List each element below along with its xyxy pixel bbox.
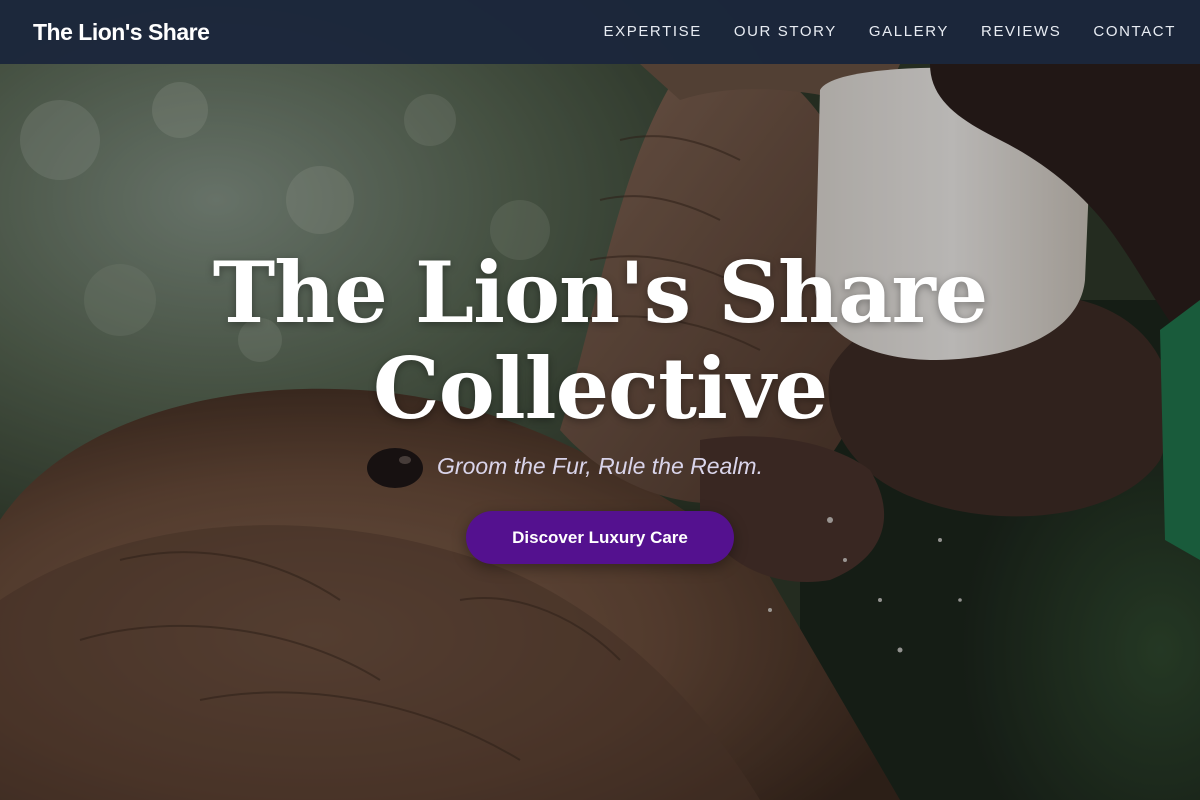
nav-link-contact[interactable]: CONTACT [1093,23,1176,40]
nav-link-gallery[interactable]: GALLERY [869,23,949,40]
nav-link-expertise[interactable]: EXPERTISE [604,23,702,40]
hero-title: The Lion's Share Collective [0,245,1200,437]
nav-item-contact: CONTACT [1093,23,1176,41]
landing-page: The Lion's Share EXPERTISE OUR STORY GAL… [0,0,1200,800]
top-navbar: The Lion's Share EXPERTISE OUR STORY GAL… [0,0,1200,64]
hero-section: The Lion's Share Collective Groom the Fu… [0,245,1200,564]
nav-item-gallery: GALLERY [869,23,949,41]
nav-item-expertise: EXPERTISE [604,23,702,41]
nav-item-reviews: REVIEWS [981,23,1061,41]
nav-item-our-story: OUR STORY [734,23,837,41]
hero-title-line-2: Collective [372,339,828,438]
discover-luxury-care-button[interactable]: Discover Luxury Care [466,511,734,564]
hero-title-line-1: The Lion's Share [212,243,988,342]
nav-link-our-story[interactable]: OUR STORY [734,23,837,40]
nav-links: EXPERTISE OUR STORY GALLERY REVIEWS CONT… [604,23,1176,41]
nav-link-reviews[interactable]: REVIEWS [981,23,1061,40]
brand-logo-link[interactable]: The Lion's Share [33,19,210,46]
hero-tagline: Groom the Fur, Rule the Realm. [437,453,763,479]
